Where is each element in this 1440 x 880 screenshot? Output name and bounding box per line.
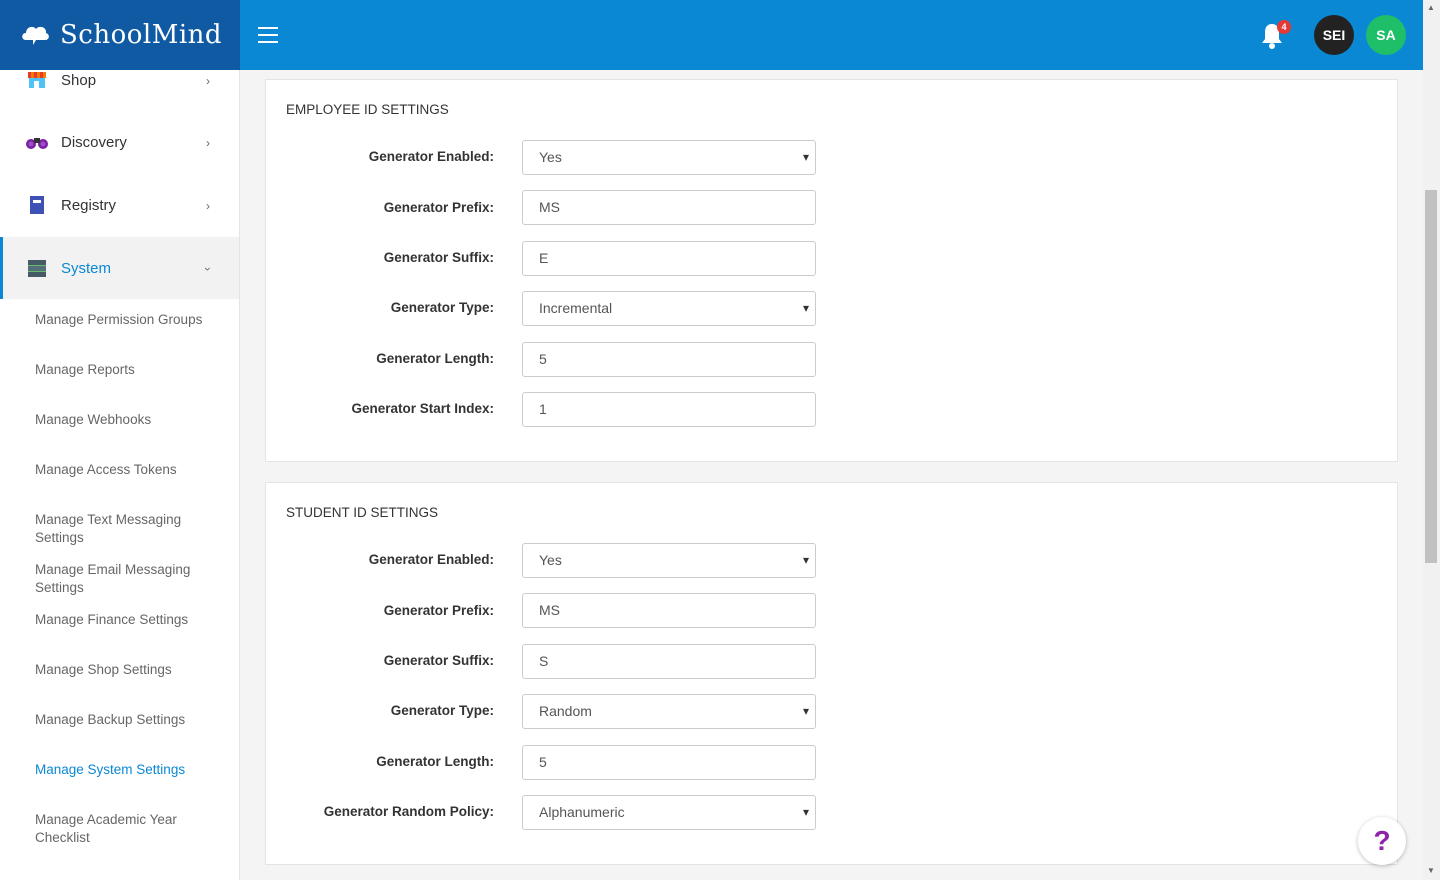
employee-generator-prefix-label: Generator Prefix: xyxy=(383,200,494,215)
student-id-settings-card: STUDENT ID SETTINGS Generator Enabled: Y… xyxy=(265,482,1398,865)
sidebar-item-system[interactable]: System › xyxy=(0,237,239,299)
menu-toggle-icon[interactable] xyxy=(258,27,278,43)
sidebar-subitem-academic-year[interactable]: Manage Academic Year Checklist xyxy=(35,811,200,847)
avatar-sei[interactable]: SEI xyxy=(1314,15,1354,55)
input-value: MS xyxy=(539,199,560,215)
sidebar-subitem-shop[interactable]: Manage Shop Settings xyxy=(35,661,225,679)
employee-generator-enabled-select[interactable]: Yes xyxy=(522,140,816,175)
student-generator-suffix-input[interactable]: S xyxy=(522,644,816,679)
database-icon xyxy=(25,258,49,278)
selected-value: Random xyxy=(539,703,592,719)
sidebar-item-label: Registry xyxy=(61,196,117,214)
sidebar-subitem-access-tokens[interactable]: Manage Access Tokens xyxy=(35,461,225,479)
selected-value: Alphanumeric xyxy=(539,804,625,820)
selected-value: Yes xyxy=(539,552,562,568)
chevron-down-icon: › xyxy=(201,267,215,271)
sidebar-item-registry[interactable]: Registry › xyxy=(0,174,239,236)
student-generator-random-policy-label: Generator Random Policy: xyxy=(323,804,494,819)
sidebar-item-label: System xyxy=(61,259,112,277)
employee-generator-suffix-input[interactable]: E xyxy=(522,241,816,276)
student-card-title: STUDENT ID SETTINGS xyxy=(286,505,439,520)
selected-value: Incremental xyxy=(539,300,613,316)
avatar-sa[interactable]: SA xyxy=(1366,15,1406,55)
student-generator-type-label: Generator Type: xyxy=(390,703,494,718)
sidebar-subitem-finance[interactable]: Manage Finance Settings xyxy=(35,611,225,629)
chevron-right-icon: › xyxy=(206,199,210,213)
student-generator-enabled-label: Generator Enabled: xyxy=(368,552,494,567)
input-value: S xyxy=(539,653,549,669)
sidebar-subitem-system-settings[interactable]: Manage System Settings xyxy=(35,761,225,779)
sidebar-item-shop[interactable]: Shop › xyxy=(0,70,239,111)
sidebar-item-label: Shop xyxy=(61,71,97,89)
chevron-right-icon: › xyxy=(206,74,210,88)
employee-card-title: EMPLOYEE ID SETTINGS xyxy=(286,102,449,117)
input-value: MS xyxy=(539,602,560,618)
sidebar-subitem-text-messaging[interactable]: Manage Text Messaging Settings xyxy=(35,511,200,547)
sidebar: Shop › Discovery › Registry › System › M… xyxy=(0,70,240,880)
student-generator-enabled-select[interactable]: Yes xyxy=(522,543,816,578)
student-generator-prefix-label: Generator Prefix: xyxy=(383,603,494,618)
employee-generator-start-index-label: Generator Start Index: xyxy=(351,401,494,416)
sidebar-item-label: Discovery xyxy=(61,133,127,151)
sidebar-subitem-permission-groups[interactable]: Manage Permission Groups xyxy=(35,311,225,329)
scroll-down-arrow-icon[interactable]: ▼ xyxy=(1427,866,1435,875)
book-icon xyxy=(25,195,49,215)
selected-value: Yes xyxy=(539,149,562,165)
input-value: E xyxy=(539,250,549,266)
employee-id-settings-card: EMPLOYEE ID SETTINGS Generator Enabled: … xyxy=(265,79,1398,462)
shop-icon xyxy=(25,70,49,90)
binoculars-icon xyxy=(25,132,49,152)
scrollbar-thumb[interactable] xyxy=(1425,190,1437,563)
employee-generator-start-index-input[interactable]: 1 xyxy=(522,392,816,427)
brand-name: SchoolMind xyxy=(60,20,223,50)
notification-count-badge: 4 xyxy=(1277,20,1291,34)
sidebar-subitem-backup[interactable]: Manage Backup Settings xyxy=(35,711,225,729)
employee-generator-length-input[interactable]: 5 xyxy=(522,342,816,377)
employee-generator-enabled-label: Generator Enabled: xyxy=(368,149,494,164)
student-generator-prefix-input[interactable]: MS xyxy=(522,593,816,628)
sidebar-item-discovery[interactable]: Discovery › xyxy=(0,111,239,173)
employee-generator-prefix-input[interactable]: MS xyxy=(522,190,816,225)
cloud-logo-icon xyxy=(22,26,49,45)
employee-generator-type-select[interactable]: Incremental xyxy=(522,291,816,326)
input-value: 5 xyxy=(539,754,547,770)
top-bar: SchoolMind 4 SEI SA xyxy=(0,0,1423,70)
brand-logo[interactable]: SchoolMind xyxy=(0,0,240,70)
sidebar-subitem-reports[interactable]: Manage Reports xyxy=(35,361,225,379)
employee-generator-type-label: Generator Type: xyxy=(390,300,494,315)
chevron-right-icon: › xyxy=(206,136,210,150)
sidebar-subitem-email-messaging[interactable]: Manage Email Messaging Settings xyxy=(35,561,210,597)
student-generator-length-input[interactable]: 5 xyxy=(522,745,816,780)
employee-generator-suffix-label: Generator Suffix: xyxy=(383,250,494,265)
scroll-up-arrow-icon[interactable]: ▲ xyxy=(1427,3,1435,12)
help-button[interactable]: ? xyxy=(1358,817,1406,865)
sidebar-subitem-webhooks[interactable]: Manage Webhooks xyxy=(35,411,225,429)
employee-generator-length-label: Generator Length: xyxy=(376,351,494,366)
student-generator-length-label: Generator Length: xyxy=(376,754,494,769)
input-value: 5 xyxy=(539,351,547,367)
student-generator-suffix-label: Generator Suffix: xyxy=(383,653,494,668)
input-value: 1 xyxy=(539,401,547,417)
student-generator-type-select[interactable]: Random xyxy=(522,694,816,729)
student-generator-random-policy-select[interactable]: Alphanumeric xyxy=(522,795,816,830)
